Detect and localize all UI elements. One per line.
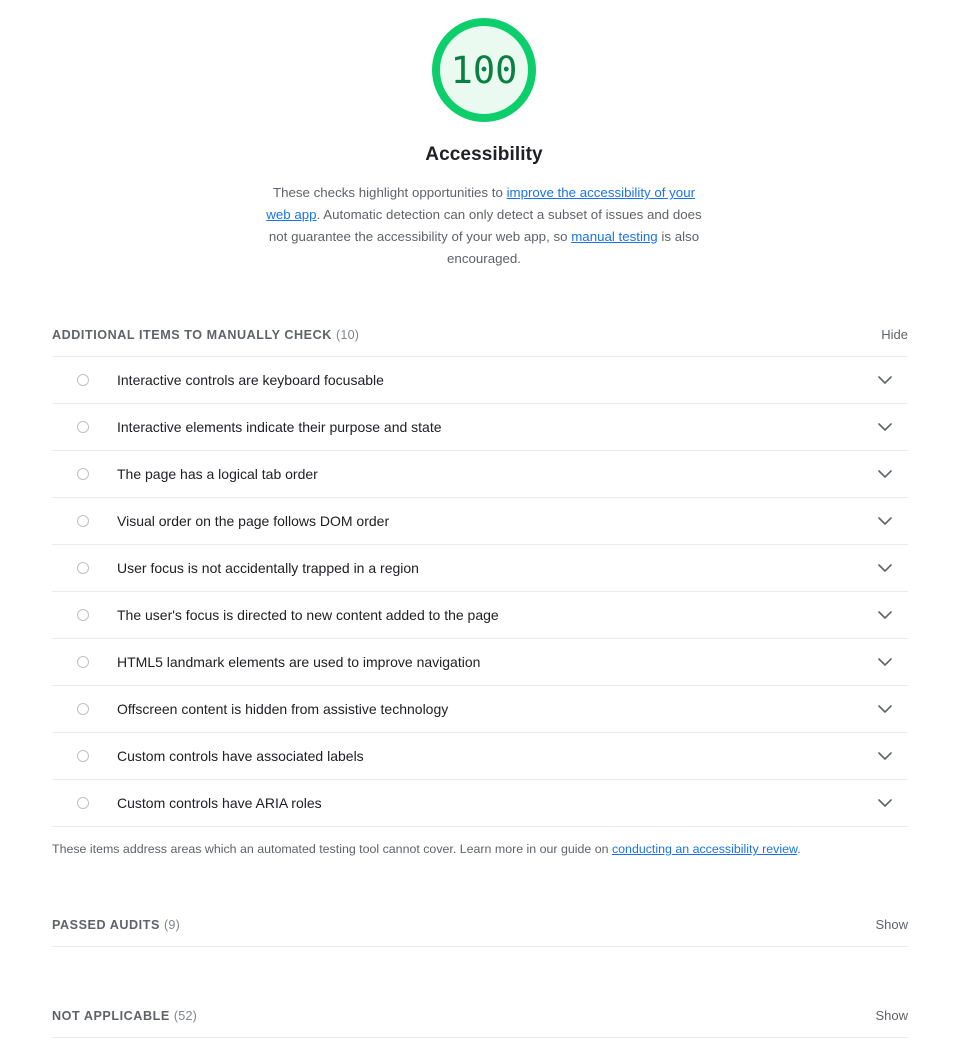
audit-row[interactable]: User focus is not accidentally trapped i… — [52, 545, 908, 592]
manual-check-section: ADDITIONAL ITEMS TO MANUALLY CHECK (10) … — [52, 327, 908, 858]
chevron-down-icon[interactable] — [875, 464, 895, 484]
audit-row[interactable]: Offscreen content is hidden from assisti… — [52, 686, 908, 733]
page-title: Accessibility — [425, 144, 543, 165]
audit-row[interactable]: The page has a logical tab order — [52, 451, 908, 498]
audit-row[interactable]: The user's focus is directed to new cont… — [52, 592, 908, 639]
audit-title: Interactive elements indicate their purp… — [117, 419, 442, 435]
audit-title: The page has a logical tab order — [117, 466, 318, 482]
not-applicable-section-title: NOT APPLICABLE (52) — [52, 1009, 197, 1023]
manual-section-title: ADDITIONAL ITEMS TO MANUALLY CHECK (10) — [52, 328, 359, 342]
audit-title: Offscreen content is hidden from assisti… — [117, 701, 449, 717]
circle-icon — [72, 374, 94, 386]
circle-icon — [72, 609, 94, 621]
score-value: 100 — [450, 48, 518, 92]
chevron-down-icon[interactable] — [875, 652, 895, 672]
passed-section-header: PASSED AUDITS (9) Show — [52, 917, 908, 947]
accessibility-score-gauge[interactable]: 100 — [432, 18, 536, 122]
not-applicable-count: (52) — [173, 1009, 198, 1023]
description-text-part1: These checks highlight opportunities to — [272, 185, 507, 200]
chevron-down-icon[interactable] — [875, 370, 895, 390]
chevron-down-icon[interactable] — [875, 793, 895, 813]
manual-testing-link[interactable]: manual testing — [571, 229, 657, 244]
audit-title: Custom controls have ARIA roles — [117, 795, 322, 811]
manual-section-note: These items address areas which an autom… — [52, 840, 908, 858]
passed-audits-section: PASSED AUDITS (9) Show — [52, 917, 908, 947]
chevron-down-icon[interactable] — [875, 511, 895, 531]
passed-section-count: (9) — [163, 918, 180, 932]
passed-section-toggle[interactable]: Show — [875, 917, 908, 932]
manual-section-toggle[interactable]: Hide — [881, 327, 908, 342]
circle-icon — [72, 515, 94, 527]
audit-title: Custom controls have associated labels — [117, 748, 364, 764]
manual-note-part2: . — [797, 842, 801, 856]
lighthouse-accessibility-report: 100 Accessibility These checks highlight… — [0, 0, 968, 1038]
audit-title: Interactive controls are keyboard focusa… — [117, 372, 384, 388]
circle-icon — [72, 703, 94, 715]
not-applicable-section: NOT APPLICABLE (52) Show — [52, 1008, 908, 1038]
circle-icon — [72, 468, 94, 480]
audit-title: User focus is not accidentally trapped i… — [117, 560, 419, 576]
audit-row[interactable]: Custom controls have associated labels — [52, 733, 908, 780]
audit-row[interactable]: HTML5 landmark elements are used to impr… — [52, 639, 908, 686]
audit-row[interactable]: Visual order on the page follows DOM ord… — [52, 498, 908, 545]
chevron-down-icon[interactable] — [875, 746, 895, 766]
audit-title: Visual order on the page follows DOM ord… — [117, 513, 390, 529]
category-description: These checks highlight opportunities to … — [263, 182, 705, 270]
circle-icon — [72, 656, 94, 668]
circle-icon — [72, 750, 94, 762]
chevron-down-icon[interactable] — [875, 558, 895, 578]
circle-icon — [72, 562, 94, 574]
score-gauge-section: 100 Accessibility — [0, 0, 968, 166]
circle-icon — [72, 797, 94, 809]
audit-title: HTML5 landmark elements are used to impr… — [117, 654, 481, 670]
chevron-down-icon[interactable] — [875, 417, 895, 437]
not-applicable-section-header: NOT APPLICABLE (52) Show — [52, 1008, 908, 1038]
audit-title: The user's focus is directed to new cont… — [117, 607, 499, 623]
chevron-down-icon[interactable] — [875, 699, 895, 719]
chevron-down-icon[interactable] — [875, 605, 895, 625]
audit-row[interactable]: Interactive controls are keyboard focusa… — [52, 357, 908, 404]
passed-section-title: PASSED AUDITS (9) — [52, 918, 180, 932]
audit-row[interactable]: Interactive elements indicate their purp… — [52, 404, 908, 451]
passed-section-heading-text: PASSED AUDITS — [52, 918, 160, 932]
manual-note-part1: These items address areas which an autom… — [52, 842, 612, 856]
audit-row[interactable]: Custom controls have ARIA roles — [52, 780, 908, 827]
circle-icon — [72, 421, 94, 433]
manual-section-header: ADDITIONAL ITEMS TO MANUALLY CHECK (10) … — [52, 327, 908, 357]
manual-audit-list: Interactive controls are keyboard focusa… — [52, 357, 908, 827]
not-applicable-section-toggle[interactable]: Show — [875, 1008, 908, 1023]
not-applicable-heading-text: NOT APPLICABLE — [52, 1009, 170, 1023]
manual-section-heading-text: ADDITIONAL ITEMS TO MANUALLY CHECK — [52, 328, 332, 342]
manual-section-count: (10) — [335, 328, 360, 342]
accessibility-review-link[interactable]: conducting an accessibility review — [612, 842, 797, 856]
